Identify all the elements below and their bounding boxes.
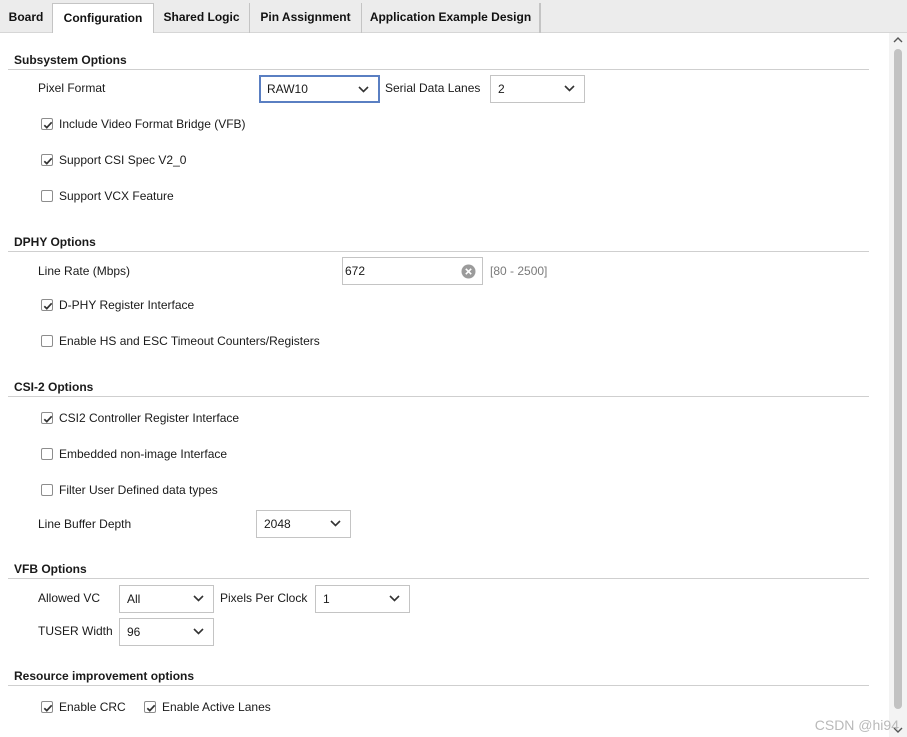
vfb-checkbox-label: Include Video Format Bridge (VFB) [59, 117, 246, 131]
chevron-down-icon [330, 520, 341, 527]
section-title-csi2: CSI-2 Options [14, 380, 94, 394]
hs-esc-timeout-checkbox[interactable]: Enable HS and ESC Timeout Counters/Regis… [41, 333, 320, 349]
dphy-register-interface-label: D-PHY Register Interface [59, 298, 195, 312]
pixel-format-label: Pixel Format [38, 81, 106, 95]
vfb-checkbox[interactable]: Include Video Format Bridge (VFB) [41, 116, 246, 132]
section-title-subsystem: Subsystem Options [14, 53, 127, 67]
hs-esc-timeout-label: Enable HS and ESC Timeout Counters/Regis… [59, 334, 320, 348]
tuser-width-value: 96 [127, 625, 141, 639]
section-divider [8, 69, 869, 70]
scroll-up-arrow-icon[interactable] [893, 36, 903, 43]
pixels-per-clock-select[interactable]: 1 [315, 585, 410, 613]
tuser-width-label: TUSER Width [38, 624, 113, 638]
configuration-panel: Subsystem Options Pixel Format RAW10 Ser… [0, 33, 907, 737]
enable-crc-label: Enable CRC [59, 700, 126, 714]
tab-application-example-design[interactable]: Application Example Design [362, 3, 541, 33]
section-divider [8, 251, 869, 252]
embedded-non-image-label: Embedded non-image Interface [59, 447, 228, 461]
tab-pin-assignment[interactable]: Pin Assignment [250, 3, 362, 33]
serial-lanes-select[interactable]: 2 [490, 75, 585, 103]
section-title-resource: Resource improvement options [14, 669, 195, 683]
allowed-vc-value: All [127, 592, 141, 606]
allowed-vc-label: Allowed VC [38, 591, 101, 605]
tab-bar: Board Configuration Shared Logic Pin Ass… [0, 0, 907, 34]
embedded-non-image-checkbox[interactable]: Embedded non-image Interface [41, 446, 227, 462]
enable-active-lanes-label: Enable Active Lanes [162, 700, 271, 714]
chevron-down-icon [358, 86, 369, 93]
section-divider [8, 396, 869, 397]
watermark: CSDN @hi94 [814, 717, 899, 733]
line-buffer-depth-label: Line Buffer Depth [38, 517, 132, 531]
checkbox-checked-icon [41, 701, 53, 713]
section-title-dphy: DPHY Options [14, 235, 96, 249]
checkbox-checked-icon [41, 412, 53, 424]
checkbox-checked-icon [144, 701, 156, 713]
filter-user-defined-label: Filter User Defined data types [59, 483, 218, 497]
tuser-width-select[interactable]: 96 [119, 618, 214, 646]
vcx-feature-checkbox-label: Support VCX Feature [59, 189, 174, 203]
serial-lanes-label: Serial Data Lanes [385, 81, 481, 95]
pixel-format-select[interactable]: RAW10 [259, 75, 380, 103]
checkbox-unchecked-icon [41, 335, 53, 347]
csi-spec-v2-checkbox-label: Support CSI Spec V2_0 [59, 153, 187, 167]
checkbox-unchecked-icon [41, 448, 53, 460]
tab-shared-logic[interactable]: Shared Logic [154, 3, 250, 33]
csi2-controller-register-label: CSI2 Controller Register Interface [59, 411, 240, 425]
vertical-scrollbar[interactable] [889, 33, 907, 737]
csi2-controller-register-checkbox[interactable]: CSI2 Controller Register Interface [41, 410, 239, 426]
checkbox-unchecked-icon [41, 190, 53, 202]
line-rate-label: Line Rate (Mbps) [38, 264, 131, 278]
line-rate-input[interactable]: 672 [342, 257, 483, 285]
csi-spec-v2-checkbox[interactable]: Support CSI Spec V2_0 [41, 152, 186, 168]
chevron-down-icon [389, 595, 400, 602]
section-title-vfb: VFB Options [14, 562, 87, 576]
checkbox-checked-icon [41, 299, 53, 311]
section-divider [8, 578, 869, 579]
tab-board[interactable]: Board [0, 3, 53, 33]
dphy-register-interface-checkbox[interactable]: D-PHY Register Interface [41, 297, 194, 313]
line-buffer-depth-select[interactable]: 2048 [256, 510, 351, 538]
checkbox-unchecked-icon [41, 484, 53, 496]
chevron-down-icon [193, 595, 204, 602]
line-rate-value: 672 [345, 264, 366, 278]
enable-crc-checkbox[interactable]: Enable CRC [41, 699, 126, 715]
vcx-feature-checkbox[interactable]: Support VCX Feature [41, 188, 174, 204]
pixel-format-value: RAW10 [267, 82, 308, 96]
filter-user-defined-checkbox[interactable]: Filter User Defined data types [41, 482, 218, 498]
allowed-vc-select[interactable]: All [119, 585, 214, 613]
checkbox-checked-icon [41, 118, 53, 130]
serial-lanes-value: 2 [498, 82, 505, 96]
line-buffer-depth-value: 2048 [264, 517, 291, 531]
chevron-down-icon [564, 85, 575, 92]
checkbox-checked-icon [41, 154, 53, 166]
scrollbar-thumb[interactable] [894, 49, 902, 709]
clear-icon[interactable] [461, 264, 476, 279]
enable-active-lanes-checkbox[interactable]: Enable Active Lanes [144, 699, 271, 715]
section-divider [8, 685, 869, 686]
pixels-per-clock-label: Pixels Per Clock [220, 591, 308, 605]
pixels-per-clock-value: 1 [323, 592, 330, 606]
line-rate-range: [80 - 2500] [490, 264, 548, 278]
tab-configuration[interactable]: Configuration [52, 3, 154, 34]
chevron-down-icon [193, 628, 204, 635]
